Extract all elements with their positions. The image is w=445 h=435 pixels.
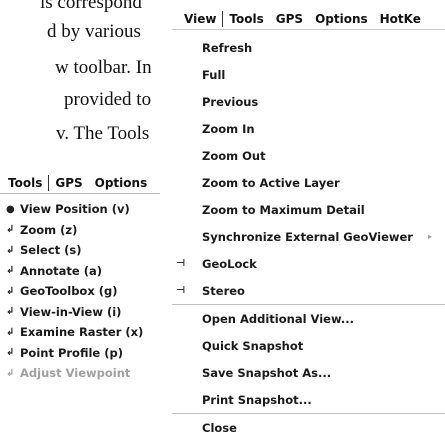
tool-examine-raster[interactable]: ↲ Examine Raster (x) (0, 322, 160, 343)
menubar-options[interactable]: Options (309, 12, 374, 26)
menu-item-label: Close (202, 420, 237, 435)
menu-item-label: Quick Snapshot (202, 338, 304, 353)
menubar-options[interactable]: Options (89, 176, 154, 190)
menu-item-label: Synchronize External GeoViewer (202, 229, 413, 244)
view-stereo[interactable]: ⊣ Stereo (172, 277, 445, 304)
tool-select[interactable]: ↲ Select (s) (0, 240, 160, 261)
tool-label: Select (s) (20, 243, 82, 258)
tool-icon: ↲ (6, 265, 15, 277)
menubar-tools[interactable]: Tools (2, 176, 48, 190)
tool-icon: ↲ (6, 285, 15, 297)
menubar-gps[interactable]: GPS (270, 12, 309, 26)
document-text-line: provided to (64, 89, 152, 110)
tool-view-in-view[interactable]: ↲ View-in-View (i) (0, 302, 160, 323)
menubar-view[interactable]: View (178, 12, 222, 26)
view-geolock[interactable]: ⊣ GeoLock (172, 250, 445, 277)
menu-item-label: Save Snapshot As... (202, 365, 332, 380)
tool-label: Examine Raster (x) (20, 325, 144, 340)
menubar-gps[interactable]: GPS (49, 176, 88, 190)
menu-item-label: Print Snapshot... (202, 392, 312, 407)
tool-label: Zoom (z) (20, 222, 78, 237)
view-save-snapshot[interactable]: Save Snapshot As... (172, 359, 445, 386)
view-zoom-out[interactable]: Zoom Out (172, 142, 445, 169)
menubar-hotkeys[interactable]: HotKe (374, 12, 427, 26)
tool-icon: ↲ (6, 244, 15, 256)
view-sync-geoviewer[interactable]: Synchronize External GeoViewer ▸ (172, 223, 445, 250)
tool-icon: ↲ (6, 326, 15, 338)
view-menubar: View Tools GPS Options HotKe (172, 8, 445, 30)
tools-dropdown: ● View Position (v) ↲ Zoom (z) ↲ Select … (0, 194, 160, 384)
view-close[interactable]: Close (172, 414, 445, 435)
tool-icon: ↲ (6, 306, 15, 318)
menu-item-label: Open Additional View... (202, 311, 354, 326)
menu-item-label: Full (202, 67, 226, 82)
menu-item-label: Zoom to Maximum Detail (202, 202, 365, 217)
view-print-snapshot[interactable]: Print Snapshot... (172, 386, 445, 413)
tool-label: Annotate (a) (20, 263, 103, 278)
view-full[interactable]: Full (172, 61, 445, 88)
document-text-line: v. The Tools (56, 123, 150, 144)
menu-item-label: Zoom Out (202, 148, 266, 163)
document-text-line: is correspond (40, 0, 142, 13)
submenu-icon: ⊣ (176, 285, 186, 296)
view-zoom-max-detail[interactable]: Zoom to Maximum Detail (172, 196, 445, 223)
menu-item-label: Zoom In (202, 121, 255, 136)
tool-annotate[interactable]: ↲ Annotate (a) (0, 261, 160, 282)
view-zoom-in[interactable]: Zoom In (172, 115, 445, 142)
menu-item-label: Previous (202, 94, 259, 109)
tool-point-profile[interactable]: ↲ Point Profile (p) (0, 343, 160, 364)
view-open-additional[interactable]: Open Additional View... (172, 305, 445, 332)
view-zoom-active-layer[interactable]: Zoom to Active Layer (172, 169, 445, 196)
view-refresh[interactable]: Refresh (172, 34, 445, 61)
tool-icon: ↲ (6, 347, 15, 359)
submenu-icon: ⊣ (176, 258, 186, 269)
menu-item-label: Zoom to Active Layer (202, 175, 340, 190)
tool-icon: ↲ (6, 367, 15, 379)
view-menu-panel: View Tools GPS Options HotKe Refresh Ful… (172, 8, 445, 435)
radio-selected-icon: ● (6, 203, 15, 215)
document-text-line: d by various (47, 21, 141, 42)
menu-item-label: Stereo (202, 283, 245, 298)
tools-menubar: Tools GPS Options (0, 172, 160, 194)
tool-label: Point Profile (p) (20, 345, 123, 360)
menubar-tools[interactable]: Tools (223, 12, 269, 26)
tool-label: Adjust Viewpoint (20, 366, 131, 381)
tool-icon: ↲ (6, 224, 15, 236)
document-text-line: w toolbar. In (55, 57, 152, 78)
menu-item-label: Refresh (202, 40, 253, 55)
tool-geotoolbox[interactable]: ↲ GeoToolbox (g) (0, 281, 160, 302)
tool-adjust-viewpoint: ↲ Adjust Viewpoint (0, 363, 160, 384)
menu-item-label: GeoLock (202, 256, 257, 271)
view-previous[interactable]: Previous (172, 88, 445, 115)
tool-zoom[interactable]: ↲ Zoom (z) (0, 220, 160, 241)
tool-label: View Position (v) (20, 202, 130, 217)
tools-menu-panel: Tools GPS Options ● View Position (v) ↲ … (0, 172, 160, 435)
tool-label: GeoToolbox (g) (20, 284, 118, 299)
view-dropdown: Refresh Full Previous Zoom In Zoom Out Z… (172, 30, 445, 435)
view-quick-snapshot[interactable]: Quick Snapshot (172, 332, 445, 359)
tool-label: View-in-View (i) (20, 304, 122, 319)
tool-view-position[interactable]: ● View Position (v) (0, 199, 160, 220)
submenu-arrow-icon: ▸ (428, 232, 433, 241)
